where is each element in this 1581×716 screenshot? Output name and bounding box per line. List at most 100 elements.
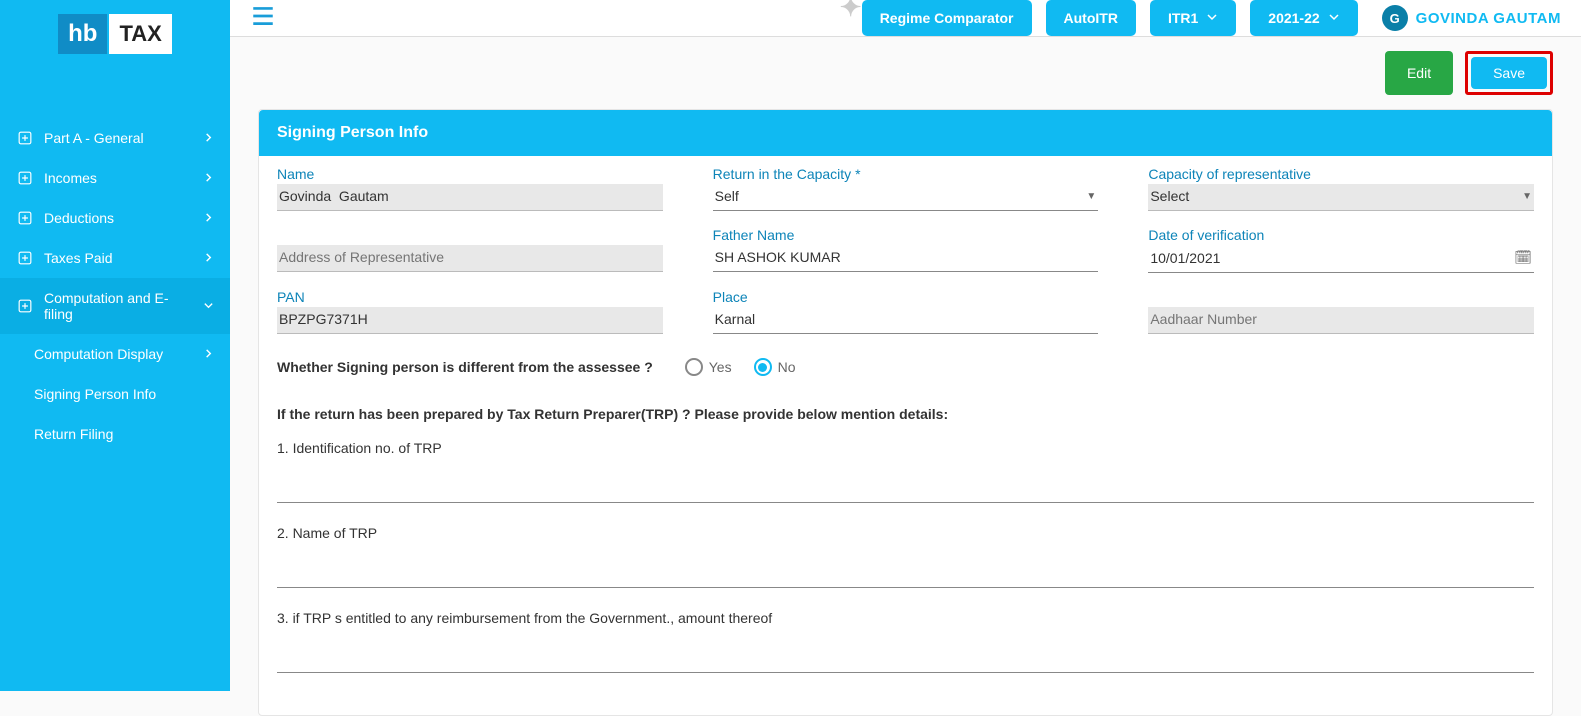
chevron-down-icon [1206,10,1218,26]
plus-box-icon [18,299,32,313]
trp-reimbursement-input[interactable] [277,634,1534,673]
radio-no[interactable]: No [754,358,796,376]
nav-taxes-paid[interactable]: Taxes Paid [0,238,230,278]
logo[interactable]: hb TAX [0,0,230,68]
field-label [277,227,663,243]
radio-yes[interactable]: Yes [685,358,732,376]
avatar: G [1382,5,1408,31]
regime-comparator-button[interactable]: ✦ Regime Comparator [862,0,1032,36]
pan-input[interactable] [277,307,663,334]
btn-label: Regime Comparator [880,10,1014,26]
nav-label: Deductions [44,210,114,226]
chevron-right-icon [203,170,214,186]
nav-signing-person-info[interactable]: Signing Person Info [0,374,230,414]
field-label: Capacity of representative [1148,166,1534,182]
logo-tax: TAX [109,14,171,54]
edit-button[interactable]: Edit [1385,51,1453,95]
dropdown-icon: ▼ [1086,191,1096,202]
nav-label: Return Filing [34,426,113,442]
place-input[interactable] [713,307,1099,334]
field-date-verification: Date of verification 10/01/2021 🗓 [1148,227,1534,273]
radio-button-icon [685,358,703,376]
signing-different-question: Whether Signing person is different from… [277,358,1534,376]
plus-box-icon [18,171,32,185]
select-value: Self [715,188,739,204]
card-title: Signing Person Info [259,110,1552,156]
nav-computation-display[interactable]: Computation Display [0,334,230,374]
chevron-right-icon [203,250,214,266]
nav-computation-efiling[interactable]: Computation and E-filing [0,278,230,334]
field-label: Name [277,166,663,182]
btn-label: 2021-22 [1268,10,1319,26]
year-select[interactable]: 2021-22 [1250,0,1357,36]
user-menu[interactable]: G GOVINDA GAUTAM [1382,5,1561,31]
return-capacity-select[interactable]: Self ▼ [713,184,1099,211]
btn-label: ITR1 [1168,10,1198,26]
plus-box-icon [18,131,32,145]
field-return-capacity: Return in the Capacity * Self ▼ [713,166,1099,211]
action-row: Edit Save [230,37,1581,95]
main: ✦ Regime Comparator AutoITR ITR1 2021-22… [230,0,1581,691]
nav-label: Part A - General [44,130,144,146]
nav-label: Signing Person Info [34,386,156,402]
sidebar: hb TAX Part A - General Incomes Deductio… [0,0,230,691]
plus-box-icon [18,251,32,265]
signing-person-card: Signing Person Info Name Return in the C… [258,109,1553,716]
chevron-right-icon [203,346,214,362]
name-input[interactable] [277,184,663,211]
hamburger-menu-icon[interactable] [250,3,276,34]
question-text: Whether Signing person is different from… [277,359,653,375]
aadhaar-input[interactable] [1148,307,1534,334]
field-label: Father Name [713,227,1099,243]
trp-id-input[interactable] [277,464,1534,503]
nav-incomes[interactable]: Incomes [0,158,230,198]
trp-title: If the return has been prepared by Tax R… [277,406,1534,422]
save-button[interactable]: Save [1471,57,1547,89]
field-father-name: Father Name [713,227,1099,273]
trp-name-input[interactable] [277,549,1534,588]
trp-section: If the return has been prepared by Tax R… [277,406,1534,695]
autoitr-button[interactable]: AutoITR [1046,0,1136,36]
nav: Part A - General Incomes Deductions Taxe… [0,68,230,454]
field-name: Name [277,166,663,211]
plus-box-icon [18,211,32,225]
rep-address-input[interactable] [277,245,663,272]
itr-select[interactable]: ITR1 [1150,0,1236,36]
nav-label: Taxes Paid [44,250,112,266]
nav-deductions[interactable]: Deductions [0,198,230,238]
field-label [1148,289,1534,305]
btn-label: AutoITR [1064,10,1118,26]
chevron-down-icon [1328,10,1340,26]
topbar: ✦ Regime Comparator AutoITR ITR1 2021-22… [230,0,1581,37]
logo-hb: hb [58,14,107,54]
field-label: Return in the Capacity * [713,166,1099,182]
trp-q3-label: 3. if TRP s entitled to any reimbursemen… [277,610,1534,626]
field-pan: PAN [277,289,663,334]
nav-part-a-general[interactable]: Part A - General [0,118,230,158]
select-value: Select [1150,188,1189,204]
chevron-right-icon [203,130,214,146]
nav-label: Computation Display [34,346,163,362]
field-label: Date of verification [1148,227,1534,243]
field-rep-capacity: Capacity of representative Select ▼ [1148,166,1534,211]
dropdown-icon: ▼ [1522,191,1532,202]
user-name: GOVINDA GAUTAM [1416,10,1561,27]
save-highlight: Save [1465,51,1553,95]
nav-return-filing[interactable]: Return Filing [0,414,230,454]
father-name-input[interactable] [713,245,1099,272]
chevron-down-icon [203,298,214,314]
field-place: Place [713,289,1099,334]
trp-q1-label: 1. Identification no. of TRP [277,440,1534,456]
field-aadhaar [1148,289,1534,334]
date-value: 10/01/2021 [1150,250,1220,266]
date-verification-input[interactable]: 10/01/2021 🗓 [1148,245,1534,273]
radio-button-icon [754,358,772,376]
calendar-icon: 🗓 [1514,249,1532,266]
new-badge-icon: ✦ [840,0,862,23]
nav-label: Computation and E-filing [44,290,174,322]
chevron-right-icon [203,210,214,226]
trp-q2-label: 2. Name of TRP [277,525,1534,541]
field-label: Place [713,289,1099,305]
rep-capacity-select[interactable]: Select ▼ [1148,184,1534,211]
radio-label: No [778,359,796,375]
